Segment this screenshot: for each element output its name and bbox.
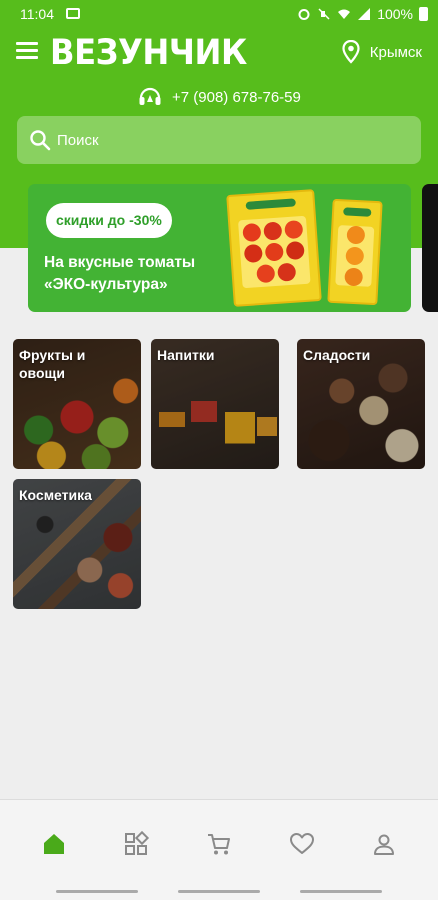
home-icon[interactable] (40, 830, 68, 858)
gesture-bar-back[interactable] (300, 890, 382, 893)
category-fruits-vegetables[interactable]: Фрукты и овощи (13, 339, 141, 469)
banner-text-line2: «ЭКО-культура» (44, 276, 168, 293)
banner-text: На вкусные томаты «ЭКО-культура» (44, 252, 244, 296)
next-banner-peek[interactable] (422, 184, 438, 312)
alarm-icon (298, 9, 310, 20)
catalog-icon[interactable] (122, 830, 150, 858)
phone-number: +7 (908) 678-76-59 (172, 88, 301, 106)
gesture-bar-recents[interactable] (56, 890, 138, 893)
battery-level: 100% (377, 6, 413, 22)
status-time: 11:04 (20, 6, 54, 22)
favorites-icon[interactable] (288, 830, 316, 858)
tomato-pack-image (226, 189, 322, 307)
status-indicators: 100% (297, 6, 428, 22)
category-title: Косметика (19, 487, 92, 503)
bottom-navigation (0, 799, 438, 900)
gesture-bar-home[interactable] (178, 890, 260, 893)
signal-icon (358, 8, 371, 20)
phone-icon (139, 87, 161, 105)
category-cosmetics[interactable]: Косметика (13, 479, 141, 609)
banner-text-line1: На вкусные томаты (44, 254, 196, 271)
phone-link[interactable]: +7 (908) 678-76-59 (138, 86, 301, 108)
battery-icon (419, 7, 428, 21)
city-label: Крымск (369, 43, 422, 61)
city-selector[interactable]: Крымск (342, 40, 422, 64)
mute-icon (318, 8, 330, 20)
category-title: Фрукты и овощи (19, 347, 86, 381)
gallery-notification-icon (66, 8, 80, 19)
category-drinks[interactable]: Напитки (151, 339, 279, 469)
app-logo: ВЕЗУНЧИК (50, 33, 247, 73)
wifi-icon (338, 9, 351, 19)
yellow-tomato-pack-image (327, 198, 383, 306)
search-icon (30, 130, 51, 151)
location-pin-icon (342, 40, 360, 64)
profile-icon[interactable] (370, 830, 398, 858)
menu-icon (16, 42, 38, 45)
cart-icon[interactable] (205, 830, 233, 858)
category-sweets[interactable]: Сладости (297, 339, 425, 469)
search-input[interactable] (57, 116, 397, 164)
category-title: Напитки (157, 347, 215, 363)
promo-banner[interactable]: скидки до -30% На вкусные томаты «ЭКО-ку… (28, 184, 411, 312)
search-bar[interactable] (17, 116, 421, 164)
discount-badge: скидки до -30% (46, 203, 172, 238)
status-bar: 11:04 100% (0, 0, 438, 28)
category-title: Сладости (303, 347, 371, 363)
menu-button[interactable] (16, 42, 38, 60)
